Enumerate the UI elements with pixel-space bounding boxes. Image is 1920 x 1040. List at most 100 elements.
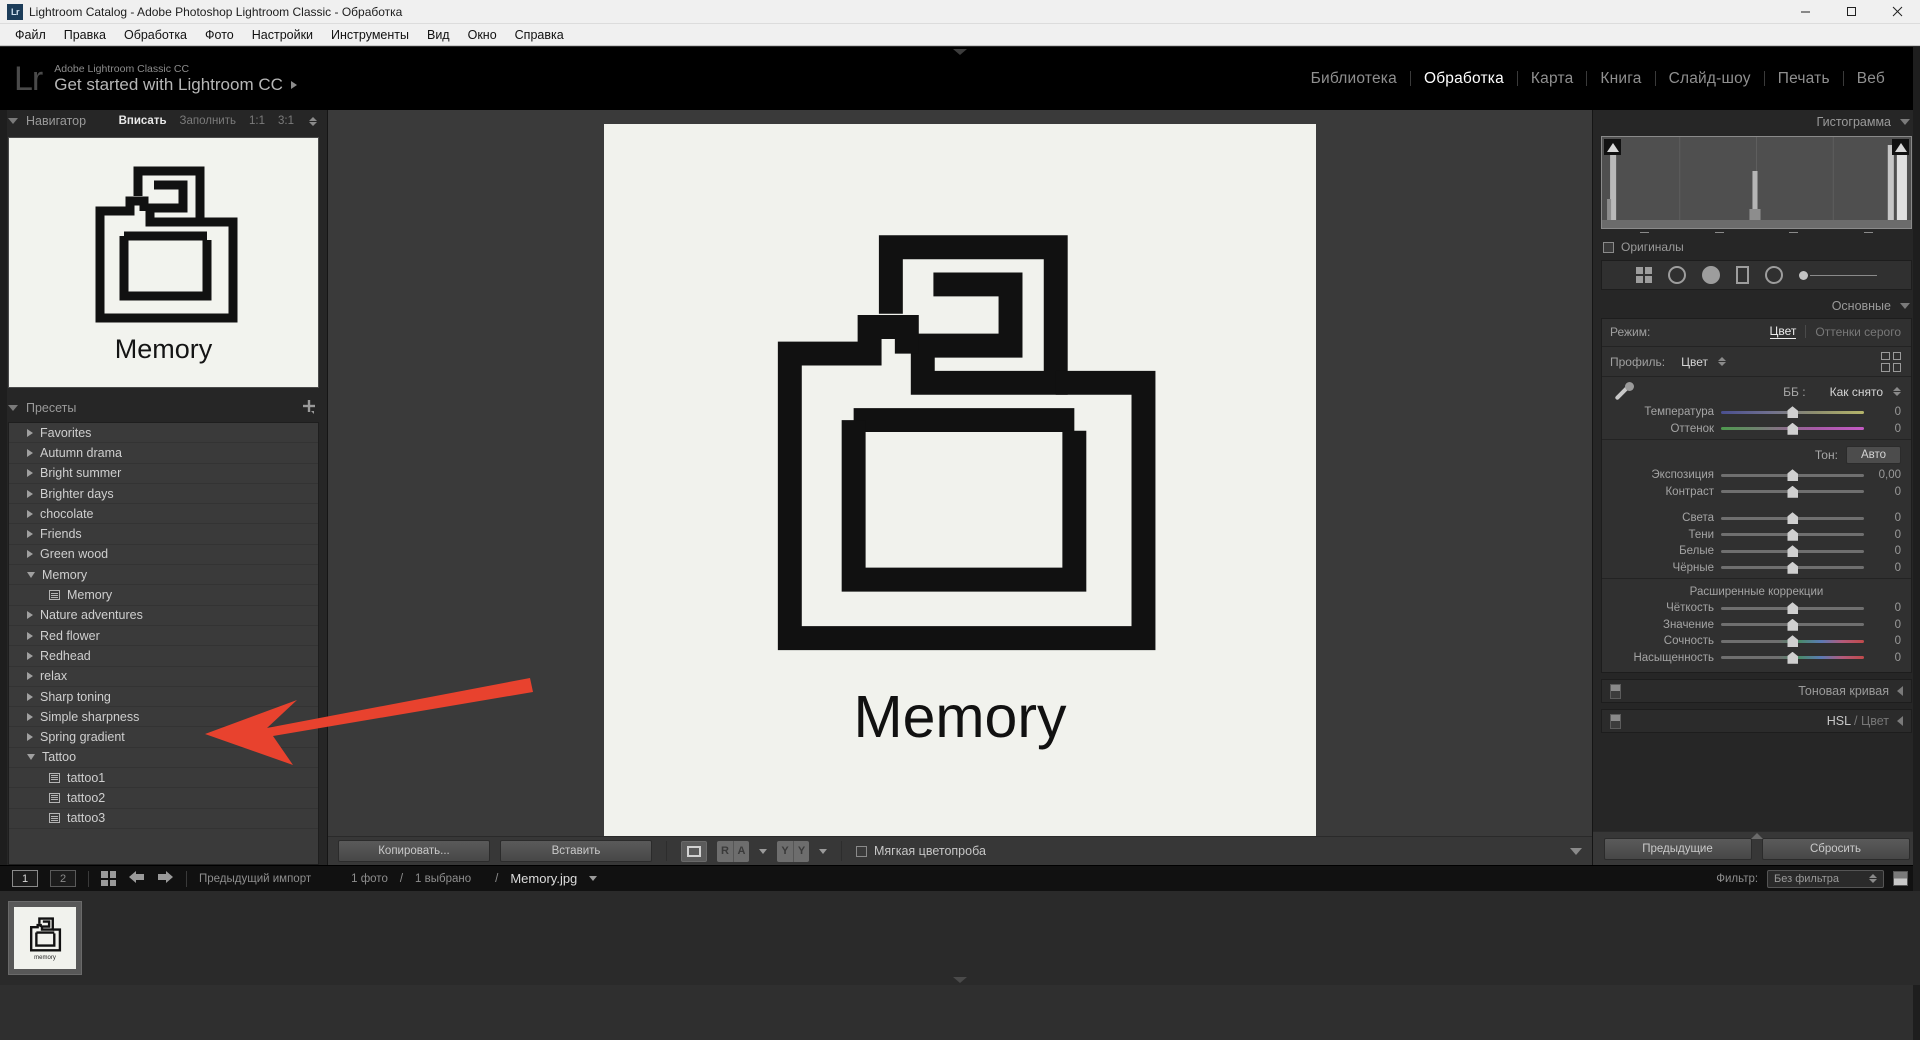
module-print[interactable]: Печать (1765, 70, 1843, 88)
close-button[interactable] (1874, 0, 1920, 23)
slider-track[interactable] (1721, 618, 1864, 631)
toolbar-options-icon[interactable] (1570, 847, 1582, 855)
add-preset-icon[interactable] (302, 399, 317, 417)
chevron-right-icon[interactable] (27, 651, 33, 660)
preset-item-tattoo3[interactable]: tattoo3 (9, 809, 318, 829)
menu-help[interactable]: Справка (506, 25, 573, 45)
chevron-right-icon[interactable] (27, 509, 33, 518)
slider-track[interactable] (1721, 512, 1864, 525)
chevron-left-icon[interactable] (1897, 716, 1903, 726)
crop-icon[interactable] (1636, 267, 1652, 283)
chevron-down-icon[interactable] (589, 876, 598, 881)
preset-group-sharp-toning[interactable]: Sharp toning (9, 687, 318, 708)
module-map[interactable]: Карта (1518, 70, 1586, 88)
white-balance-eyedropper-icon[interactable] (1610, 379, 1636, 405)
chevron-down-icon[interactable] (759, 848, 767, 854)
slider-track[interactable] (1721, 545, 1864, 558)
slider-track[interactable] (1721, 485, 1864, 498)
basic-panel-header[interactable]: Основные (1593, 294, 1920, 318)
filter-select[interactable]: Без фильтра (1767, 869, 1884, 888)
red-eye-icon[interactable] (1702, 266, 1720, 284)
navigator-header[interactable]: Навигатор Вписать Заполнить 1:1 3:1 (0, 110, 327, 132)
slider-track[interactable] (1721, 602, 1864, 615)
chevron-right-icon[interactable] (27, 631, 33, 640)
chevron-right-icon[interactable] (27, 733, 33, 742)
slider-temperature[interactable]: Температура 0 (1602, 404, 1911, 421)
soft-proofing-toggle[interactable]: Мягкая цветопроба (856, 844, 986, 858)
zoom-mode-1to1[interactable]: 1:1 (249, 115, 265, 127)
preset-item-tattoo2[interactable]: tattoo2 (9, 788, 318, 809)
slider-track[interactable] (1721, 635, 1864, 648)
profile-value[interactable]: Цвет (1681, 355, 1708, 369)
preset-item-memory[interactable]: Memory (9, 585, 318, 606)
chevron-right-icon[interactable] (27, 712, 33, 721)
preset-item-tattoo1[interactable]: tattoo1 (9, 768, 318, 789)
filmstrip-filename[interactable]: Memory.jpg (510, 871, 577, 886)
chevron-down-icon[interactable] (8, 118, 18, 124)
back-arrow-icon[interactable] (128, 870, 145, 887)
preset-group-relax[interactable]: relax (9, 667, 318, 687)
module-slideshow[interactable]: Слайд-шоу (1656, 70, 1764, 88)
slider-track[interactable] (1721, 651, 1864, 664)
grid-view-icon[interactable] (101, 871, 116, 886)
spot-removal-icon[interactable] (1668, 266, 1686, 284)
slider-exposure[interactable]: Экспозиция 0,00 (1602, 467, 1911, 484)
chevron-down-icon[interactable] (1900, 119, 1910, 125)
slider-highlights[interactable]: Света 0 (1602, 510, 1911, 527)
menu-view[interactable]: Вид (418, 25, 459, 45)
graduated-filter-icon[interactable] (1736, 266, 1749, 284)
copy-button[interactable]: Копировать... (338, 840, 490, 862)
chevron-right-icon[interactable] (27, 469, 33, 478)
radial-filter-icon[interactable] (1765, 266, 1783, 284)
histogram-header[interactable]: Гистограмма (1593, 110, 1920, 134)
slider-track[interactable] (1721, 422, 1864, 435)
slider-saturation[interactable]: Насыщенность 0 (1602, 650, 1911, 667)
yy-compare-icon[interactable]: Y Y (777, 840, 809, 862)
photo-preview[interactable]: Memory (604, 124, 1316, 836)
wb-value[interactable]: Как снято (1830, 385, 1883, 399)
chevron-down-icon[interactable] (1900, 303, 1910, 309)
profile-browser-icon[interactable] (1881, 351, 1901, 372)
top-panel-toggle-icon[interactable] (953, 49, 967, 55)
presets-list[interactable]: Favorites Autumn drama Bright summer Bri… (8, 422, 319, 865)
preset-group-autumn-drama[interactable]: Autumn drama (9, 443, 318, 464)
preset-group-redhead[interactable]: Redhead (9, 646, 318, 667)
slider-tint[interactable]: Оттенок 0 (1602, 421, 1911, 438)
chevron-right-icon[interactable] (27, 692, 33, 701)
preset-group-green-wood[interactable]: Green wood (9, 545, 318, 566)
screen-2-button[interactable]: 2 (50, 870, 76, 887)
filter-toggle-icon[interactable] (1893, 871, 1908, 886)
menu-edit[interactable]: Правка (55, 25, 115, 45)
module-develop[interactable]: Обработка (1411, 70, 1517, 88)
presets-header[interactable]: Пресеты (0, 398, 327, 418)
panel-switch-icon[interactable] (1610, 683, 1621, 699)
module-web[interactable]: Веб (1844, 70, 1898, 88)
screen-1-button[interactable]: 1 (12, 870, 38, 887)
preset-group-chocolate[interactable]: chocolate (9, 504, 318, 525)
menu-file[interactable]: Файл (6, 25, 55, 45)
reset-button[interactable]: Сбросить (1761, 837, 1910, 860)
panel-collapse-icon[interactable] (1750, 833, 1763, 839)
filmstrip-collapse-icon[interactable] (953, 977, 967, 983)
zoom-stepper-icon[interactable] (309, 116, 317, 126)
zoom-mode-3to1[interactable]: 3:1 (278, 115, 294, 127)
hsl-panel-header[interactable]: HSL / Цвет (1601, 709, 1912, 733)
menu-window[interactable]: Окно (459, 25, 506, 45)
slider-blacks[interactable]: Чёрные 0 (1602, 560, 1911, 577)
preset-group-memory[interactable]: Memory (9, 565, 318, 586)
preset-group-friends[interactable]: Friends (9, 524, 318, 545)
wb-stepper-icon[interactable] (1893, 387, 1901, 396)
loupe-view-icon[interactable] (681, 840, 707, 862)
slider-track[interactable] (1721, 469, 1864, 482)
originals-checkbox[interactable] (1603, 241, 1614, 253)
chevron-down-icon[interactable] (27, 571, 35, 578)
chevron-left-icon[interactable] (1897, 686, 1903, 696)
module-library[interactable]: Библиотека (1298, 70, 1410, 88)
shadow-clipping-icon[interactable] (1604, 139, 1621, 155)
menu-photo[interactable]: Фото (196, 25, 243, 45)
chevron-right-icon[interactable] (27, 550, 33, 559)
chevron-right-icon[interactable] (27, 428, 33, 437)
play-triangle-icon[interactable] (290, 80, 297, 89)
chevron-down-icon[interactable] (819, 848, 827, 854)
slider-whites[interactable]: Белые 0 (1602, 543, 1911, 560)
